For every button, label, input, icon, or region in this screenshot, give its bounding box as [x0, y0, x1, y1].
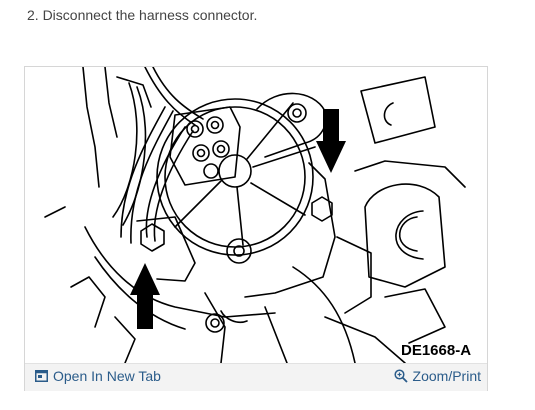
arrow-down-icon [316, 109, 346, 173]
diagram-image[interactable]: DE1668-A [25, 67, 487, 363]
zoom-print-link[interactable]: Zoom/Print [393, 368, 481, 384]
open-in-new-tab-link[interactable]: Open In New Tab [35, 368, 161, 384]
figure-card: DE1668-A Open In New Tab Zoom/Print [24, 66, 488, 391]
arrow-up-icon [130, 263, 160, 329]
figure-footer: Open In New Tab Zoom/Print [25, 363, 487, 391]
open-in-new-tab-label: Open In New Tab [53, 368, 161, 384]
zoom-print-label: Zoom/Print [412, 368, 481, 384]
figure-label: DE1668-A [401, 342, 471, 359]
zoom-icon [393, 369, 408, 383]
instruction-text: 2. Disconnect the harness connector. [27, 7, 258, 23]
open-in-new-tab-icon [35, 370, 48, 382]
component-illustration: DE1668-A [44, 67, 471, 363]
